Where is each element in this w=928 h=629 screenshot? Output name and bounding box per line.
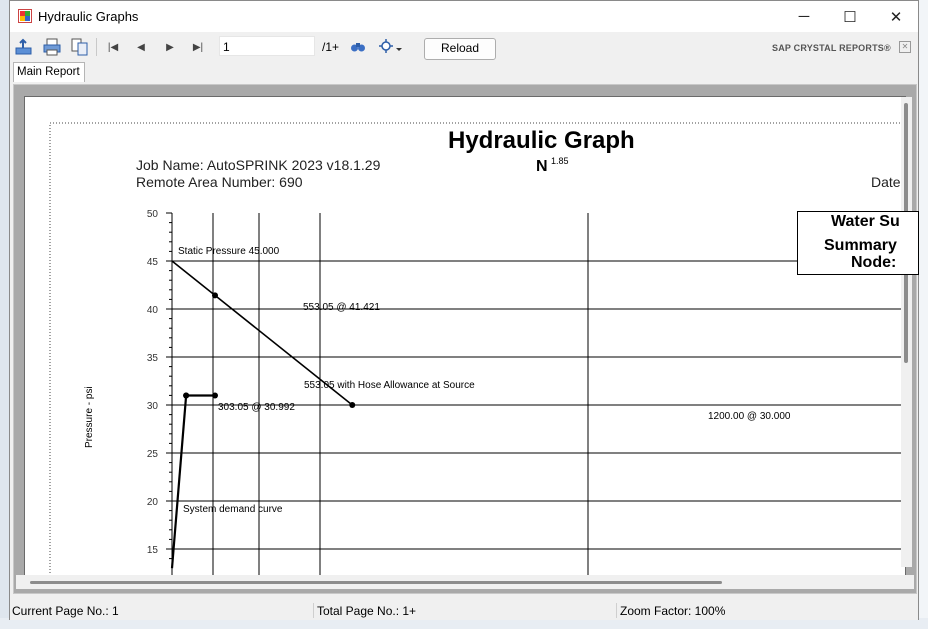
- tab-main-report[interactable]: Main Report: [13, 62, 85, 82]
- close-button[interactable]: ✕: [873, 1, 919, 32]
- maximize-button[interactable]: ☐: [827, 1, 873, 32]
- total-page-status: Total Page No.: 1+: [317, 604, 417, 618]
- horizontal-scrollbar[interactable]: [16, 575, 914, 589]
- y-tick-label: 20: [147, 497, 159, 508]
- prev-page-icon[interactable]: ◀: [133, 39, 149, 55]
- export-icon[interactable]: [14, 38, 34, 56]
- last-page-icon[interactable]: ▶|: [190, 39, 206, 55]
- chart-annotation: Static Pressure 45.000: [178, 246, 280, 257]
- chart-layer: 50 45 40 35 30 25 20 15 Static Pressure 45.000 55…: [49, 122, 905, 577]
- brand-close-icon[interactable]: ✕: [899, 41, 911, 53]
- first-page-icon[interactable]: |◀: [105, 39, 121, 55]
- minimize-button[interactable]: ─: [781, 1, 827, 32]
- job-name: Job Name: AutoSPRINK 2023 v18.1.29: [136, 157, 381, 173]
- chart-annotation: 553.05 with Hose Allowance at Source: [304, 380, 475, 391]
- report-tabs: Main Report: [10, 62, 918, 84]
- report-toolbar: |◀ ◀ ▶ ▶| 1 /1+ Reload SAP CRYSTAL REPOR…: [10, 32, 918, 62]
- y-tick-label: 45: [147, 257, 159, 268]
- hydraulic-graphs-window: Hydraulic Graphs ─ ☐ ✕ |◀ ◀ ▶ ▶| 1 /1+ R…: [9, 0, 919, 620]
- data-point: [212, 392, 219, 399]
- app-icon: [18, 9, 32, 23]
- summary-line-3: Node:: [851, 254, 897, 271]
- status-separator: [616, 603, 617, 618]
- title-bar[interactable]: Hydraulic Graphs ─ ☐ ✕: [10, 1, 918, 32]
- y-tick-label: 30: [147, 401, 159, 412]
- chart-annotation: System demand curve: [183, 504, 283, 515]
- print-icon[interactable]: [42, 38, 62, 56]
- zoom-factor-status: Zoom Factor: 100%: [620, 604, 726, 618]
- vertical-scrollbar[interactable]: [901, 97, 912, 567]
- reload-button[interactable]: Reload: [424, 38, 496, 60]
- y-tick-label: 15: [147, 545, 159, 556]
- status-bar: Current Page No.: 1 Total Page No.: 1+ Z…: [10, 601, 918, 620]
- current-page-status: Current Page No.: 1: [12, 604, 119, 618]
- toolbar-separator: [96, 38, 97, 56]
- crystal-reports-brand: SAP CRYSTAL REPORTS®: [772, 43, 891, 53]
- y-tick-label: 50: [147, 209, 159, 220]
- status-separator: [313, 603, 314, 618]
- data-point: [183, 392, 190, 399]
- n-label: N: [536, 158, 548, 175]
- chart-annotation: 303.05 @ 30.992: [218, 402, 295, 413]
- window-title: Hydraulic Graphs: [38, 9, 139, 24]
- series-line: [170, 395, 188, 569]
- y-tick-label: 35: [147, 353, 159, 364]
- report-title: Hydraulic Graph: [448, 127, 635, 154]
- summary-line-2: Summary: [824, 237, 897, 254]
- page-number-input[interactable]: 1: [219, 36, 315, 56]
- remote-area-number: Remote Area Number: 690: [136, 174, 303, 190]
- page-dotted-border: [49, 122, 905, 577]
- y-tick-label: 40: [147, 305, 159, 316]
- date-label: Date: [871, 174, 901, 190]
- data-point: [349, 402, 356, 408]
- n-exponent: 1.85: [551, 156, 569, 166]
- find-icon[interactable]: [350, 39, 366, 55]
- next-page-icon[interactable]: ▶: [162, 39, 178, 55]
- chart-annotation: 553.05 @ 41.421: [303, 302, 380, 313]
- page-total-label: /1+: [322, 40, 340, 54]
- zoom-icon[interactable]: [378, 38, 406, 56]
- data-point: [212, 292, 219, 299]
- chart-annotation: 1200.00 @ 30.000: [708, 411, 791, 422]
- y-axis-label: Pressure - psi: [84, 386, 95, 448]
- copy-icon[interactable]: [70, 38, 90, 56]
- background-window-edge-right: [918, 0, 928, 629]
- horizontal-scroll-thumb[interactable]: [30, 581, 722, 584]
- y-tick-label: 25: [147, 449, 159, 460]
- summary-line-1: Water Su: [831, 213, 900, 230]
